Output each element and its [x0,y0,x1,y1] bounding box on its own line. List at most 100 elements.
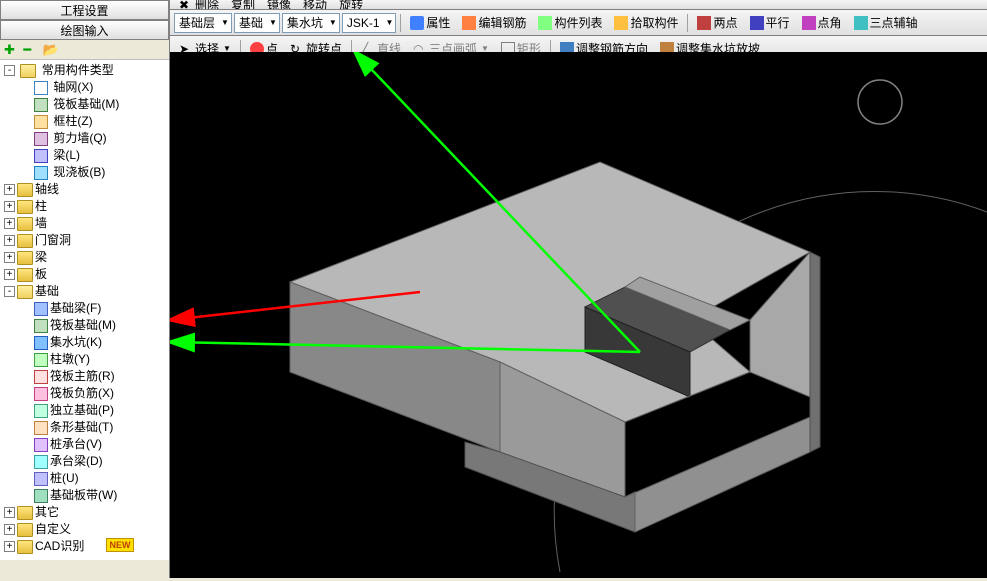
expand-icon[interactable]: + [4,235,15,246]
expand-icon[interactable]: + [4,269,15,280]
slab-icon [34,166,48,180]
folder-icon [17,217,33,231]
chevron-down-icon: ▼ [269,18,277,27]
pier-icon [34,353,48,367]
folder-icon[interactable]: 📂 [43,42,57,56]
tree-item-foundation-beam[interactable]: 基础梁(F) [4,300,169,317]
tree-node-foundation[interactable]: -基础 [4,283,169,300]
expand-icon[interactable]: + [4,524,15,535]
two-point-icon [697,16,711,30]
edit-rebar-button[interactable]: 编辑钢筋 [457,13,531,33]
tree-item[interactable]: 剪力墙(Q) [4,130,169,147]
tree-label: 柱 [35,199,47,213]
tree-label: 梁(L) [53,148,80,162]
tree-node[interactable]: +其它 [4,504,169,521]
tree-node[interactable]: +自定义 [4,521,169,538]
tree-item-pier[interactable]: 柱墩(Y) [4,351,169,368]
element-dropdown[interactable]: 集水坑▼ [282,13,340,33]
tab-drawing-input[interactable]: 绘图输入 [0,20,169,40]
tree-item[interactable]: 梁(L) [4,147,169,164]
expand-icon[interactable]: + [4,507,15,518]
separator [687,14,688,32]
separator [400,14,401,32]
component-list-button[interactable]: 构件列表 [533,13,607,33]
tree-label: 常用构件类型 [42,63,114,77]
tree-node[interactable]: +墙 [4,215,169,232]
component-tree[interactable]: - 常用构件类型 轴网(X) 筏板基础(M) 框柱(Z) 剪力墙(Q) 梁(L)… [0,60,169,560]
tree-label: 条形基础(T) [50,420,113,434]
tree-item-sump[interactable]: 集水坑(K) [4,334,169,351]
three-point-aux-button[interactable]: 三点辅轴 [849,13,923,33]
folder-open-icon [17,285,33,299]
tree-node[interactable]: +梁 [4,249,169,266]
tree-label: 剪力墙(Q) [53,131,106,145]
move-button[interactable]: 移动 [298,0,332,10]
folder-icon [17,540,33,554]
tree-node[interactable]: +柱 [4,198,169,215]
tree-item[interactable]: 框柱(Z) [4,113,169,130]
pile-icon [34,472,48,486]
capbeam-icon [34,455,48,469]
tree-item-foundation-band[interactable]: 基础板带(W) [4,487,169,504]
mainbar-icon [34,370,48,384]
3d-viewport[interactable] [170,52,987,578]
grid-icon [34,81,48,95]
tree-item[interactable]: 筏板基础(M) [4,96,169,113]
folder-icon [17,200,33,214]
tree-item-main-rebar[interactable]: 筏板主筋(R) [4,368,169,385]
tree-item[interactable]: 轴网(X) [4,79,169,96]
tree-label: 现浇板(B) [53,165,105,179]
expand-icon[interactable]: + [4,218,15,229]
folder-icon [17,234,33,248]
chevron-down-icon: ▼ [386,18,394,27]
tree-item-strip-foundation[interactable]: 条形基础(T) [4,419,169,436]
toolbar-row-2: 基础层▼ 基础▼ 集水坑▼ JSK-1▼ 属性 编辑钢筋 构件列表 拾取构件 两… [170,10,987,36]
collapse-icon[interactable]: - [4,65,15,76]
chevron-down-icon: ▼ [329,18,337,27]
copy-button[interactable]: 复制 [226,0,260,10]
id-dropdown[interactable]: JSK-1▼ [342,13,397,33]
two-point-button[interactable]: 两点 [692,13,742,33]
expand-icon[interactable]: + [4,252,15,263]
tree-node[interactable]: +门窗洞 [4,232,169,249]
collapse-icon[interactable]: - [4,286,15,297]
new-badge-icon: NEW [106,538,134,552]
tree-node[interactable]: +板 [4,266,169,283]
pick-component-button[interactable]: 拾取构件 [609,13,683,33]
expand-icon[interactable]: + [4,541,15,552]
properties-button[interactable]: 属性 [405,13,455,33]
tree-node[interactable]: +轴线 [4,181,169,198]
mirror-button[interactable]: 镜像 [262,0,296,10]
tree-label: 承台梁(D) [50,454,103,468]
rotate-button[interactable]: 旋转 [334,0,368,10]
tree-label: 轴网(X) [53,80,93,94]
tree-item-indep-foundation[interactable]: 独立基础(P) [4,402,169,419]
tree-item-neg-rebar[interactable]: 筏板负筋(X) [4,385,169,402]
tree-label: 集水坑(K) [50,335,102,349]
tree-label: 筏板主筋(R) [50,369,115,383]
beam-icon [34,149,48,163]
collapse-all-icon[interactable]: ━ [23,42,37,56]
tree-item-cap-beam[interactable]: 承台梁(D) [4,453,169,470]
tree-node-cad[interactable]: +CAD识别NEW [4,538,169,555]
tree-item[interactable]: 现浇板(B) [4,164,169,181]
layer-dropdown[interactable]: 基础层▼ [174,13,232,33]
tree-label: 筏板基础(M) [50,318,116,332]
expand-icon[interactable]: + [4,184,15,195]
type-dropdown[interactable]: 基础▼ [234,13,280,33]
pilecap-icon [34,438,48,452]
parallel-button[interactable]: 平行 [745,13,795,33]
delete-button[interactable]: ✖删除 [174,0,224,10]
tree-item-pile-cap[interactable]: 桩承台(V) [4,436,169,453]
tree-item-raft-foundation[interactable]: 筏板基础(M) [4,317,169,334]
expand-all-icon[interactable]: ✚ [4,42,18,56]
tree-node-root[interactable]: - 常用构件类型 [4,62,169,79]
three-point-icon [854,16,868,30]
point-angle-button[interactable]: 点角 [797,13,847,33]
folder-icon [17,268,33,282]
tab-engineering-settings[interactable]: 工程设置 [0,0,169,20]
folder-icon [17,523,33,537]
tree-item-pile[interactable]: 桩(U) [4,470,169,487]
expand-icon[interactable]: + [4,201,15,212]
delete-icon: ✖ [179,0,193,10]
